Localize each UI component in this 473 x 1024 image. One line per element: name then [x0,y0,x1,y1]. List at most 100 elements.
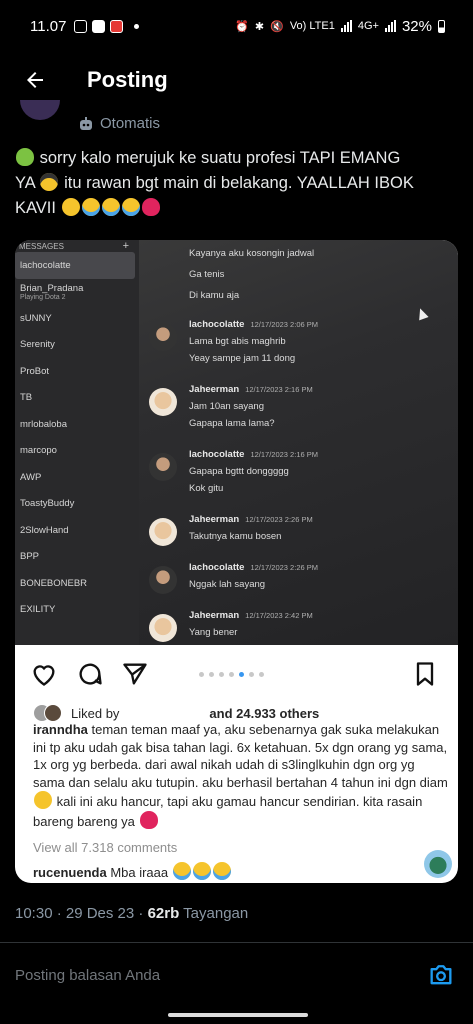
sidebar-user-name: 2SlowHand [20,524,69,536]
chat-timestamp: 12/17/2023 2:42 PM [245,611,313,620]
sidebar-user-name: Serenity [20,339,55,351]
sidebar-user-name: ProBot [20,365,50,377]
caption-line: berhasil bertahan 4 tahun ini dgn diam [226,774,448,790]
signal-2-icon [384,20,396,32]
post-text-line-2b: itu rawan bgt main di belakang. YAALLAH … [64,174,414,192]
sidebar-user: AWP [15,464,139,491]
likes-count[interactable]: and 24.933 others [209,706,319,721]
chat-author-name: lachocolatte [189,449,245,460]
red-heart-emoji-icon [141,198,160,216]
caption-user[interactable]: iranndha [33,722,92,737]
chat-timestamp: 12/17/2023 2:16 PM [245,385,313,394]
chat-message: Gapapa lama lama? [189,418,275,429]
chat-message: Yang bener [189,627,238,638]
top-app-bar: Posting [0,52,473,108]
chat-message: Yeay sampe jam 11 dong [189,353,296,364]
home-indicator[interactable] [168,1013,308,1017]
view-all-comments-link[interactable]: View all 7.318 comments [33,840,177,855]
sidebar-user-name: Brian_Pradana [20,282,84,294]
back-button[interactable] [13,58,57,102]
automated-text: Otomatis [100,115,161,132]
avatar [44,704,62,722]
post-timestamp: 10:30 · 29 Des 23 · [15,905,148,922]
red-app-notification-icon [110,19,124,33]
chat-author: lachocolatte 12/17/2023 2:26 PM [189,562,318,573]
avatar [149,323,177,351]
sidebar-user-name: AWP [20,471,42,483]
chat-author-name: Jaheerman [189,610,240,621]
pleading-face-emoji-icon [61,198,80,216]
chat-author-name: lachocolatte [189,319,245,330]
chat-author-name: lachocolatte [189,562,245,573]
sidebar-user: ToastyBuddy [15,491,139,518]
sidebar-user: mrlobaloba [15,411,139,438]
sidebar-user-name: marcopo [20,445,57,457]
signal-icon [340,20,352,32]
arrow-left-icon [27,72,43,88]
battery-icon [438,19,445,33]
avatar[interactable] [20,100,60,120]
chat-author: lachocolatte 12/17/2023 2:06 PM [189,319,318,330]
post-media[interactable]: MESSAGES + lachocolatte Brian_Pradana Play… [15,240,458,883]
crying-face-emoji-icon [192,862,211,880]
sidebar-user: TB [15,385,139,412]
crying-face-emoji-icon [212,862,231,880]
sidebar-user: BPP [15,544,139,571]
chat-message: Di kamu aja [189,290,240,301]
sidebar-user-name: BONEBONEBR [20,577,88,589]
page-title: Posting [87,67,168,92]
sidebar-user: ProBot [15,358,139,385]
chat-timestamp: 12/17/2023 2:16 PM [250,450,318,459]
avatar [149,518,177,546]
post-text: sorry kalo merujuk ke suatu profesi TAPI… [15,146,460,221]
reply-input[interactable]: Posting balasan Anda [15,967,160,984]
comment-user[interactable]: rucenuenda [33,865,107,880]
instagram-notification-icon [74,19,88,33]
camera-icon[interactable] [427,961,455,989]
crying-face-emoji-icon [101,198,120,216]
plus-icon: + [122,240,129,252]
sidebar-user: 2SlowHand [15,517,139,544]
bluetooth-icon: ✱ [254,20,265,33]
network-label: Vo) LTE1 [289,20,335,32]
chat-message: Jam 10an sayang [189,401,264,412]
carousel-indicator [199,672,264,677]
sidebar-user: sUNNY [15,305,139,332]
sidebar-user-name: ToastyBuddy [20,498,75,510]
crying-face-emoji-icon [121,198,140,216]
post-text-line-1: sorry kalo merujuk ke suatu profesi TAPI… [39,149,401,167]
avatar [149,388,177,416]
sidebar-user: EXILITY [15,597,139,624]
post-text-line-2: YA [15,174,35,192]
sidebar-user-name: EXILITY [20,604,56,616]
chat-message: Lama bgt abis maghrib [189,336,286,347]
automated-label: Otomatis [78,115,160,132]
green-heart-emoji-icon [16,148,34,166]
sidebar-user: BONEBONEBR [15,570,139,597]
chat-message: Takutnya kamu bosen [189,531,282,542]
chat-screenshot-photo[interactable]: MESSAGES + lachocolatte Brian_Pradana Play… [15,240,458,645]
chat-timestamp: 12/17/2023 2:06 PM [250,320,318,329]
post-text-line-3: KAVII [15,199,56,217]
comment-text: Mba iraaa [110,865,169,880]
app-notification-icon [92,19,106,33]
chat-timestamp: 12/17/2023 2:26 PM [250,563,318,572]
red-heart-emoji-icon [139,810,158,829]
sidebar-user: lachocolatte [15,252,135,279]
avatar [149,453,177,481]
sidebar-user-name: TB [20,392,33,404]
chat-message: Kayanya aku kosongin jadwal [189,248,315,259]
liked-by-label: Liked by [71,705,120,721]
avatar [149,566,177,594]
sidebar-user-name: lachocolatte [20,259,71,271]
chat-author: lachocolatte 12/17/2023 2:16 PM [189,449,318,460]
status-time: 11.07 [30,17,67,35]
crying-face-emoji-icon [172,862,191,880]
bookmark-icon[interactable] [411,660,439,688]
heart-icon[interactable] [30,660,58,688]
sidebar-user-name: mrlobaloba [20,418,67,430]
comment: rucenuenda Mba iraaa [33,862,232,880]
comment-icon[interactable] [76,660,104,688]
share-icon[interactable] [121,660,149,688]
view-count: 62rb [147,905,180,922]
